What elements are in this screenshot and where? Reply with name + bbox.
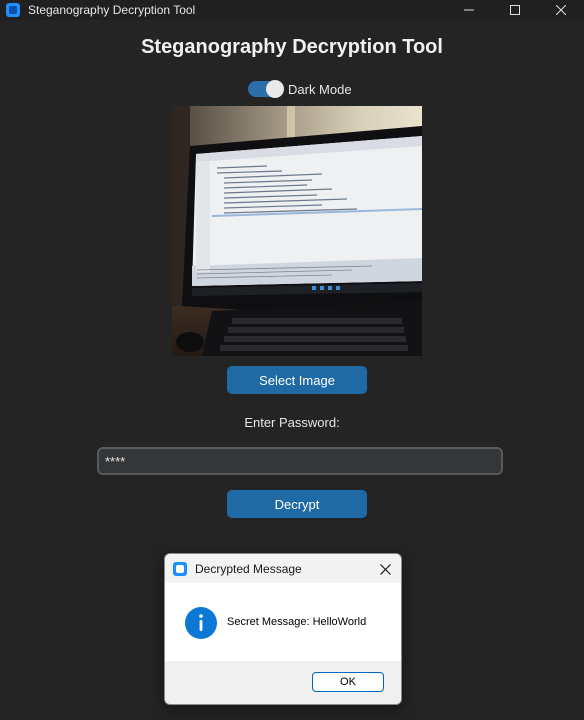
decrypt-button[interactable]: Decrypt bbox=[227, 490, 367, 518]
title-bar: Steganography Decryption Tool bbox=[0, 0, 584, 20]
app-icon bbox=[6, 3, 20, 17]
select-image-button[interactable]: Select Image bbox=[227, 366, 367, 394]
dialog-footer: OK bbox=[165, 661, 401, 704]
app-window: Steganography Decryption Tool Steganogra… bbox=[0, 0, 584, 720]
dialog-close-button[interactable] bbox=[375, 559, 395, 579]
switch-knob bbox=[266, 80, 284, 98]
close-icon bbox=[379, 563, 391, 575]
dark-mode-switch[interactable] bbox=[248, 80, 284, 98]
window-controls bbox=[446, 0, 584, 20]
window-title: Steganography Decryption Tool bbox=[28, 3, 196, 17]
close-icon bbox=[556, 5, 566, 15]
ok-button[interactable]: OK bbox=[312, 672, 384, 692]
dark-mode-label: Dark Mode bbox=[288, 81, 352, 97]
dialog-title: Decrypted Message bbox=[195, 561, 302, 576]
dialog-app-icon bbox=[173, 561, 187, 576]
decrypted-message-dialog: Decrypted Message Secret Message: HelloW… bbox=[164, 553, 402, 705]
minimize-button[interactable] bbox=[446, 0, 492, 20]
dialog-message: Secret Message: HelloWorld bbox=[227, 616, 367, 628]
image-preview bbox=[172, 106, 422, 356]
close-window-button[interactable] bbox=[538, 0, 584, 20]
dialog-body: Secret Message: HelloWorld bbox=[165, 583, 401, 661]
maximize-button[interactable] bbox=[492, 0, 538, 20]
dialog-title-bar: Decrypted Message bbox=[165, 554, 401, 583]
password-label: Enter Password: bbox=[244, 415, 340, 430]
page-title: Steganography Decryption Tool bbox=[141, 36, 443, 58]
password-value: **** bbox=[105, 453, 126, 469]
dark-mode-toggle-row: Dark Mode bbox=[248, 80, 352, 98]
maximize-icon bbox=[510, 5, 520, 15]
minimize-icon bbox=[464, 9, 474, 11]
password-input[interactable]: **** bbox=[97, 447, 503, 475]
laptop-photo-image bbox=[172, 106, 422, 356]
info-icon bbox=[185, 607, 217, 639]
